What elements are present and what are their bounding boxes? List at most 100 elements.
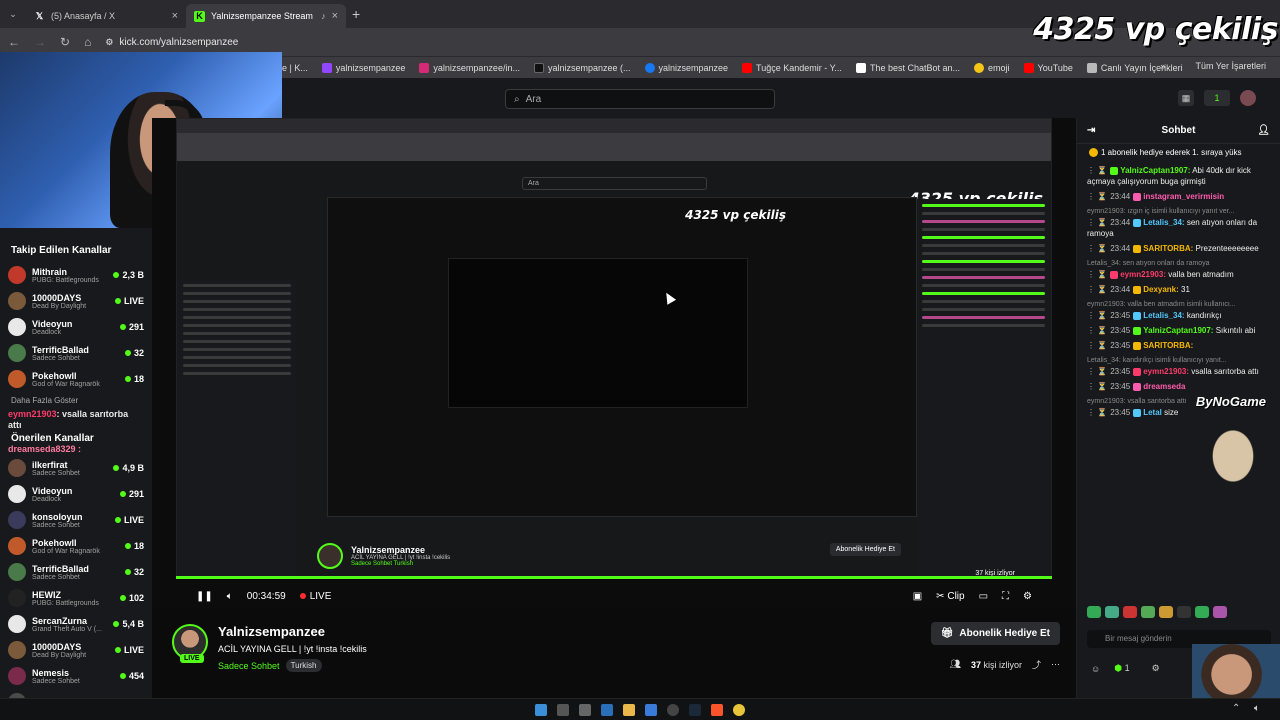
message-actions-icon[interactable]: ⋮ ⏳ [1087,270,1107,279]
chat-message[interactable]: Letalis_34: kandırıkçı isimli kullanıcıy… [1087,355,1270,377]
kick-points-icon[interactable]: 1 [1204,90,1230,106]
chat-users-icon[interactable]: 👤︎ [1257,125,1270,136]
chat-message[interactable]: ⋮ ⏳ 23:45 SARITORBA: [1087,340,1270,351]
brave-icon[interactable] [711,703,723,716]
bookmark[interactable]: yalnizsempanzee/in... [419,62,520,73]
chat-username[interactable]: eymn21903: [1120,270,1166,279]
gift-sub-button[interactable]: 🎁︎ Abonelik Hediye Et [930,622,1060,645]
channel-item[interactable]: 10000DAYS Dead By Daylight LIVE [8,637,144,663]
close-icon[interactable]: × [172,10,178,22]
chat-username[interactable]: YalnizCaptan1907: [1143,326,1213,335]
stream-player[interactable]: Ara 4325 vp çekiliş 4325 vp çekiliş Yaln… [152,118,1076,608]
channel-item[interactable]: Nemesis Sadece Sohbet 454 [8,663,144,689]
chat-message[interactable]: ⋮ ⏳ 23:45 YalnizCaptan1907: Sıkıntılı abi [1087,325,1270,336]
chat-username[interactable]: Letalis_34: [1143,218,1184,227]
streamer-name[interactable]: Yalnizsempanzee [218,624,325,639]
file-explorer-icon[interactable] [623,703,635,716]
message-actions-icon[interactable]: ⋮ ⏳ [1087,285,1107,294]
speaker-icon[interactable]: ♪ [321,11,326,21]
progress-bar[interactable] [176,576,1052,579]
volume-icon[interactable]: 🔈︎ [227,591,233,602]
theater-mode-icon[interactable]: ▭ [979,591,988,602]
chat-message[interactable]: eymn21903: ızgın iç isimli kullanıcıyı y… [1087,206,1270,239]
chrome-icon[interactable] [733,703,745,716]
all-bookmarks[interactable]: » Tüm Yer İşaretleri [1160,61,1266,71]
windows-start-icon[interactable] [535,703,547,716]
new-tab-icon[interactable]: + [352,6,360,22]
more-icon[interactable]: ⋯ [1051,659,1060,670]
reload-icon[interactable]: ↻ [60,35,70,49]
chat-username[interactable]: instagram_verirmisin [1143,192,1224,201]
message-actions-icon[interactable]: ⋮ ⏳ [1087,367,1107,376]
search-icon[interactable] [557,703,569,716]
store-icon[interactable] [645,703,657,716]
kick-points-icon[interactable]: ⬢ 1 [1114,663,1129,674]
task-view-icon[interactable] [579,703,591,716]
steam-icon[interactable] [689,703,701,716]
tab-search-icon[interactable]: ⌄ [0,0,26,28]
channel-item[interactable]: konsoloyun Sadece Sohbet LIVE [8,507,144,533]
channel-item[interactable]: Videoyun Deadlock 291 [8,481,144,507]
widgets-icon[interactable] [601,703,613,716]
channel-item[interactable]: HEWIZ PUBG: Battlegrounds 102 [8,585,144,611]
language-tag[interactable]: Turkish [285,659,322,672]
channel-item[interactable]: SercanZurna Grand Theft Auto V (... 5,4 B [8,611,144,637]
speaker-icon[interactable]: 🔈︎ [1254,703,1266,715]
bookmark[interactable]: The best ChatBot an... [855,62,960,73]
url-field[interactable]: ⚙ kick.com/yalnizsempanzee [105,37,238,48]
bookmark[interactable]: Tuğçe Kandemir - Y... [742,62,842,73]
chat-username[interactable]: SARITORBA: [1143,341,1193,350]
message-actions-icon[interactable]: ⋮ ⏳ [1087,341,1107,350]
show-more-link[interactable]: Daha Fazla Göster [11,396,141,405]
search-input[interactable]: ⌕ Ara [505,89,775,109]
chevron-right-icon[interactable]: » [1160,61,1165,71]
tab-x[interactable]: 𝕏 (5) Anasayfa / X × [26,4,186,28]
channel-item[interactable]: TerrificBallad Sadece Sohbet 32 [8,559,144,585]
close-icon[interactable]: × [332,10,338,22]
chat-username[interactable]: SARITORBA: [1143,244,1193,253]
bookmark[interactable]: emoji [974,62,1010,73]
bookmark[interactable]: yalnizsempanzee [321,62,405,73]
chat-message[interactable]: ⋮ ⏳ 23:44 SARITORBA: Prezenteeeeeeee [1087,243,1270,254]
pause-icon[interactable]: ❚❚ [196,591,213,602]
chat-message[interactable]: ⋮ ⏳ YalnizCaptan1907: Abi 40dk dır kick a… [1087,165,1270,187]
chat-username[interactable]: YalnizCaptan1907: [1120,166,1190,175]
user-avatar[interactable] [1240,90,1256,106]
obs-icon[interactable] [667,703,679,716]
fullscreen-icon[interactable]: ⛶ [1002,591,1009,602]
emote-icon[interactable]: ☺ [1091,664,1100,674]
chat-message[interactable]: ⋮ ⏳ 23:44 Dexyank: 31 [1087,284,1270,295]
message-actions-icon[interactable]: ⋮ ⏳ [1087,218,1107,227]
channel-item[interactable]: Videoyun Deadlock 291 [8,314,144,340]
forward-icon[interactable]: → [34,35,46,49]
tray-chevron-icon[interactable]: ⌃ [1232,703,1244,715]
channel-item[interactable]: Pokehowll God of War Ragnarök 18 [8,533,144,559]
message-actions-icon[interactable]: ⋮ ⏳ [1087,408,1107,417]
chat-username[interactable]: dreamseda [1143,382,1185,391]
message-actions-icon[interactable]: ⋮ ⏳ [1087,326,1107,335]
chat-username[interactable]: Dexyank: [1143,285,1179,294]
chat-username[interactable]: eymn21903: [1143,367,1189,376]
share-icon[interactable]: ⤴ [1032,658,1041,671]
bookmark[interactable]: yalnizsempanzee (... [533,62,631,73]
stream-category[interactable]: Sadece Sohbet [218,661,280,671]
chat-message[interactable]: eymn21903: valla ben atmadım isimli kull… [1087,299,1270,321]
picture-in-picture-icon[interactable]: ▣ [913,591,922,602]
chat-settings-icon[interactable]: ⚙ [1152,663,1160,674]
site-info-icon[interactable]: ⚙ [105,37,113,48]
channel-item[interactable]: Mithrain PUBG: Battlegrounds 2,3 B [8,262,144,288]
channel-item[interactable]: Pokehowll God of War Ragnarök 18 [8,366,144,392]
bookmark[interactable]: yalnizsempanzee [644,62,728,73]
chat-message[interactable]: ⋮ ⏳ 23:44 instagram_verirmisin [1087,191,1270,202]
channel-item[interactable]: TerrificBallad Sadece Sohbet 32 [8,340,144,366]
chat-message[interactable]: Letalis_34: sen atıyon onları da ramoya ⋮… [1087,258,1270,280]
grid-icon[interactable]: ▦ [1178,90,1194,106]
chat-message[interactable]: ⋮ ⏳ 23:45 dreamseda [1087,381,1270,392]
message-actions-icon[interactable]: ⋮ ⏳ [1087,382,1107,391]
settings-icon[interactable]: ⚙ [1023,591,1032,602]
bookmark[interactable]: YouTube [1023,62,1073,73]
home-icon[interactable]: ⌂ [84,35,91,49]
chat-username[interactable]: Letal [1143,408,1162,417]
clip-button[interactable]: ✂ Clip [936,591,964,602]
message-actions-icon[interactable]: ⋮ ⏳ [1087,166,1107,175]
